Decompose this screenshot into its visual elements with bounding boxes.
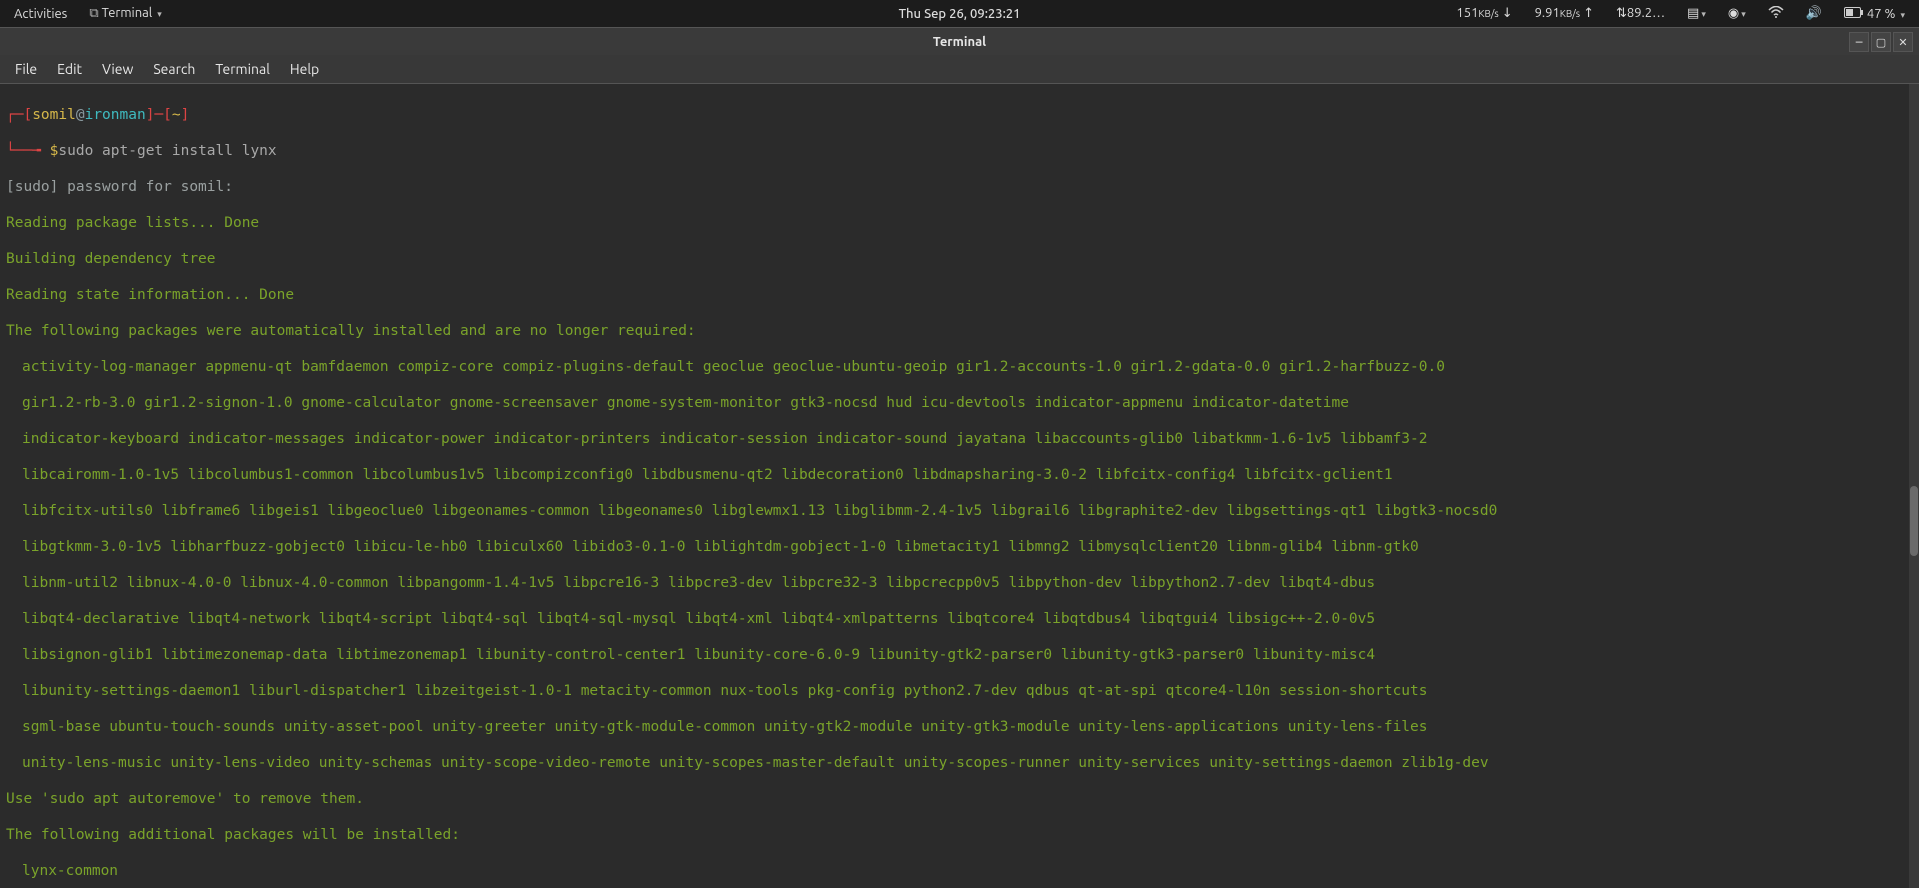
output-line: Reading package lists... Done — [6, 214, 1903, 232]
window-maximize-button[interactable]: ▢ — [1871, 32, 1891, 52]
chevron-down-icon: ▾ — [1900, 10, 1905, 20]
activities-button[interactable]: Activities — [8, 5, 73, 23]
menu-help[interactable]: Help — [281, 58, 328, 80]
menu-edit[interactable]: Edit — [48, 58, 91, 80]
output-line: [sudo] password for somil: — [6, 178, 1903, 196]
chevron-down-icon: ▾ — [157, 9, 162, 19]
package-list-line: gir1.2-rb-3.0 gir1.2-signon-1.0 gnome-ca… — [6, 394, 1903, 412]
terminal-app-icon: ⧉ — [89, 6, 98, 20]
accessibility-icon[interactable]: ◉▾ — [1722, 4, 1752, 23]
package-list-line: libunity-settings-daemon1 liburl-dispatc… — [6, 682, 1903, 700]
app-menu[interactable]: ⧉ Terminal ▾ — [83, 4, 167, 23]
package-list-line: indicator-keyboard indicator-messages in… — [6, 430, 1903, 448]
package-list-line: libcairomm-1.0-1v5 libcolumbus1-common l… — [6, 466, 1903, 484]
package-list-line: lynx-common — [6, 862, 1903, 880]
package-list-line: unity-lens-music unity-lens-video unity-… — [6, 754, 1903, 772]
net-down[interactable]: 151KB/s ↓ — [1450, 4, 1518, 23]
terminal-menubar: File Edit View Search Terminal Help — [0, 55, 1919, 83]
gnome-topbar: Activities ⧉ Terminal ▾ Thu Sep 26, 09:2… — [0, 0, 1919, 27]
output-line: The following additional packages will b… — [6, 826, 1903, 844]
output-line: Use 'sudo apt autoremove' to remove them… — [6, 790, 1903, 808]
package-list-line: libnm-util2 libnux-4.0-0 libnux-4.0-comm… — [6, 574, 1903, 592]
net-up[interactable]: 9.91KB/s ↑ — [1529, 4, 1600, 23]
menu-view[interactable]: View — [93, 58, 142, 80]
window-minimize-button[interactable]: ─ — [1849, 32, 1869, 52]
package-list-line: libfcitx-utils0 libframe6 libgeis1 libge… — [6, 502, 1903, 520]
prompt-line-2: └──╼ $sudo apt-get install lynx — [6, 142, 1903, 160]
output-line: The following packages were automaticall… — [6, 322, 1903, 340]
battery-percent: 47 % — [1867, 7, 1896, 21]
package-list-line: sgml-base ubuntu-touch-sounds unity-asse… — [6, 718, 1903, 736]
net-stat[interactable]: ⇅89.2… — [1610, 4, 1671, 23]
volume-icon[interactable]: 🔊 — [1800, 4, 1828, 23]
menu-file[interactable]: File — [6, 58, 46, 80]
package-list-line: libsignon-glib1 libtimezonemap-data libt… — [6, 646, 1903, 664]
output-line: Reading state information... Done — [6, 286, 1903, 304]
clipboard-indicator-icon[interactable]: ▤▾ — [1681, 4, 1712, 23]
scrollbar-thumb[interactable] — [1910, 486, 1918, 556]
terminal-viewport[interactable]: ┌─[somil@ironman]─[~] └──╼ $sudo apt-get… — [0, 84, 1909, 888]
window-title: Terminal — [933, 35, 986, 49]
command-text: sudo apt-get install lynx — [58, 143, 276, 159]
battery-indicator[interactable]: 47 % ▾ — [1838, 5, 1911, 23]
window-close-button[interactable]: ✕ — [1893, 32, 1913, 52]
window-titlebar: Terminal ─ ▢ ✕ — [0, 27, 1919, 55]
output-line: Building dependency tree — [6, 250, 1903, 268]
clock[interactable]: Thu Sep 26, 09:23:21 — [899, 7, 1021, 21]
package-list-line: libgtkmm-3.0-1v5 libharfbuzz-gobject0 li… — [6, 538, 1903, 556]
prompt-line-1: ┌─[somil@ironman]─[~] — [6, 106, 1903, 124]
wifi-icon[interactable] — [1762, 4, 1790, 23]
terminal-scrollbar[interactable] — [1909, 84, 1919, 888]
menu-terminal[interactable]: Terminal — [206, 58, 279, 80]
menu-search[interactable]: Search — [144, 58, 204, 80]
package-list-line: activity-log-manager appmenu-qt bamfdaem… — [6, 358, 1903, 376]
app-menu-label: Terminal — [102, 6, 153, 20]
package-list-line: libqt4-declarative libqt4-network libqt4… — [6, 610, 1903, 628]
